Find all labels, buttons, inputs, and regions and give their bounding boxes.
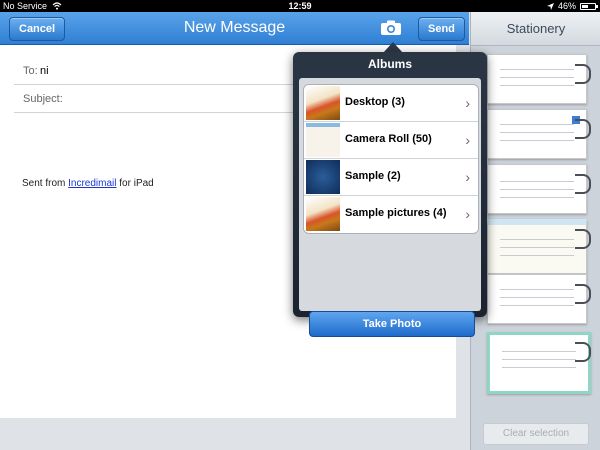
album-thumbnail (306, 197, 340, 231)
popover-title: Albums (367, 57, 412, 71)
clear-selection-button[interactable]: Clear selection (483, 423, 589, 445)
album-thumbnail (306, 86, 340, 120)
subject-label: Subject: (23, 93, 63, 105)
status-right: 46% (546, 0, 598, 12)
stationery-card[interactable] (487, 219, 587, 274)
albums-popover: Albums Desktop (3) › Camera Roll (50) › … (293, 52, 487, 337)
send-button[interactable]: Send (418, 17, 465, 41)
hanger-clip (575, 64, 591, 84)
cancel-button[interactable]: Cancel (9, 17, 66, 41)
stationery-card[interactable] (487, 164, 587, 214)
stationery-card[interactable] (487, 274, 587, 324)
popover-content: Desktop (3) › Camera Roll (50) › Sample … (299, 78, 481, 337)
camera-button[interactable] (380, 20, 402, 36)
camera-icon (381, 20, 401, 35)
hanger-clip (575, 174, 591, 194)
signature-text: Sent from Incredimail for iPad (22, 178, 154, 189)
hanger-clip (575, 284, 591, 304)
album-label: Sample pictures (4) (345, 207, 447, 219)
hanger-clip (575, 342, 591, 362)
chevron-right-icon: › (465, 206, 470, 222)
hanger-clip (575, 119, 591, 139)
album-row-desktop[interactable]: Desktop (3) › (304, 85, 478, 122)
to-input[interactable]: ni (40, 65, 49, 77)
chevron-right-icon: › (465, 169, 470, 185)
take-photo-button[interactable]: Take Photo (309, 311, 475, 337)
battery-fill (582, 4, 588, 8)
compose-navbar: New Message Cancel Send (0, 12, 469, 45)
stationery-card[interactable] (487, 54, 587, 104)
album-row-sample[interactable]: Sample (2) › (304, 159, 478, 196)
album-row-sample-pictures[interactable]: Sample pictures (4) › (304, 196, 478, 232)
clock: 12:59 (288, 1, 312, 11)
chevron-right-icon: › (465, 132, 470, 148)
album-thumbnail (306, 123, 340, 157)
location-arrow-icon (546, 2, 554, 10)
album-list: Desktop (3) › Camera Roll (50) › Sample … (303, 84, 479, 234)
incredimail-link[interactable]: Incredimail (68, 178, 116, 189)
hanger-clip (575, 229, 591, 249)
stationery-title: Stationery (471, 12, 600, 46)
battery-percent: 46% (557, 1, 576, 11)
album-label: Camera Roll (50) (345, 133, 432, 145)
chevron-right-icon: › (465, 95, 470, 111)
album-thumbnail (306, 160, 340, 194)
album-label: Sample (2) (345, 170, 401, 182)
album-row-camera-roll[interactable]: Camera Roll (50) › (304, 122, 478, 159)
battery-icon (580, 2, 598, 10)
stationery-panel: Stationery Clear selection (470, 12, 600, 450)
album-label: Desktop (3) (345, 96, 405, 108)
stationery-card[interactable] (487, 109, 587, 159)
to-label: To: (23, 65, 38, 77)
status-bar: No Service 12:59 46% (0, 0, 600, 12)
